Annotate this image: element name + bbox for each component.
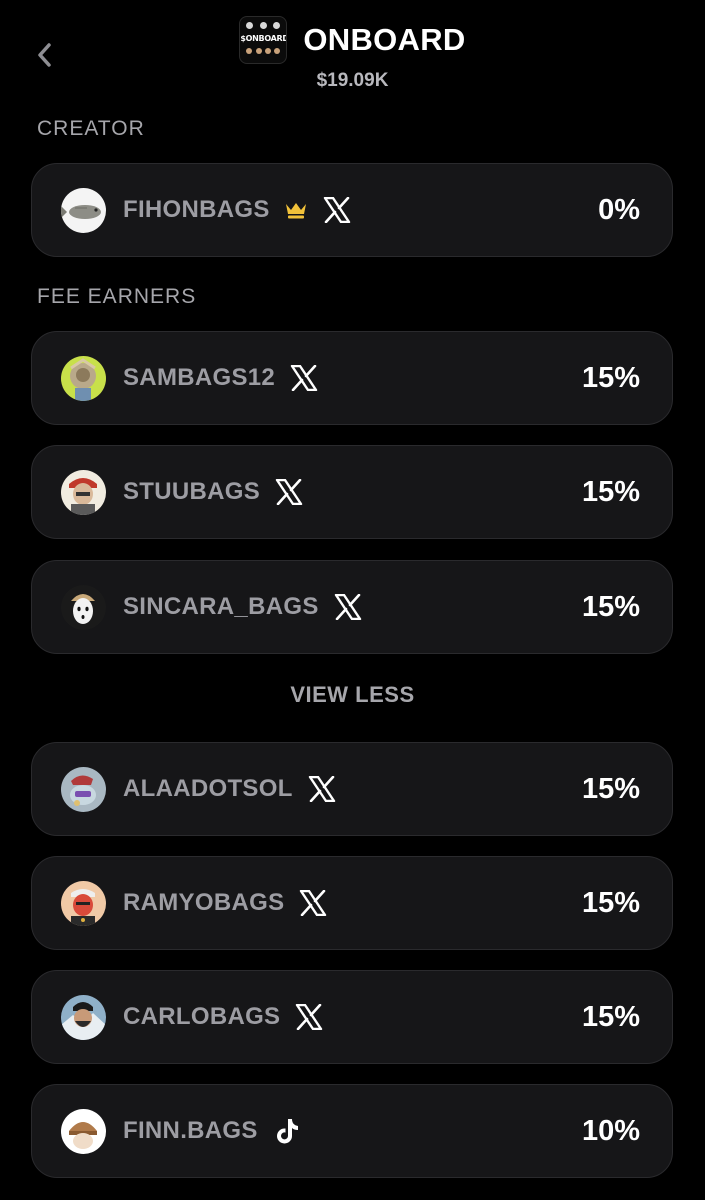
fee-earner-percent: 15% xyxy=(581,475,640,508)
creator-card[interactable]: FIHONBAGS 0% xyxy=(31,163,673,257)
fee-earner-card[interactable]: CARLOBAGS 15% xyxy=(31,970,673,1064)
fee-earner-card[interactable]: FINN.BAGS 10% xyxy=(31,1084,673,1178)
x-icon[interactable] xyxy=(274,477,304,507)
fee-earner-name-row: RAMYOBAGS xyxy=(123,857,328,949)
token-name: ONBOARD xyxy=(303,22,466,57)
fee-earner-percent: 15% xyxy=(581,590,640,623)
fee-earner-name-row: FINN.BAGS xyxy=(123,1085,302,1177)
avatar xyxy=(61,767,106,812)
fee-earner-name-row: CARLOBAGS xyxy=(123,971,324,1063)
view-less-button[interactable]: VIEW LESS xyxy=(0,682,705,708)
token-logo-text: $ONBOARD xyxy=(240,34,288,43)
crown-icon xyxy=(284,198,308,222)
fee-earners-section-label: FEE EARNERS xyxy=(37,285,197,308)
avatar xyxy=(61,995,106,1040)
token-logo: $ONBOARD xyxy=(239,16,288,64)
fee-earner-percent: 15% xyxy=(581,772,640,805)
fee-earner-card[interactable]: SINCARA_BAGS 15% xyxy=(31,560,673,654)
fee-earner-card[interactable]: STUUBAGS 15% xyxy=(31,445,673,539)
fee-earner-name-row: ALAADOTSOL xyxy=(123,743,337,835)
fee-earner-name: SAMBAGS12 xyxy=(123,364,276,391)
fee-earner-percent: 15% xyxy=(581,361,640,394)
x-icon[interactable] xyxy=(294,1002,324,1032)
fee-earner-name-row: SAMBAGS12 xyxy=(123,332,319,424)
creator-name-row: FIHONBAGS xyxy=(123,164,352,256)
avatar xyxy=(61,188,106,233)
fee-earner-card[interactable]: ALAADOTSOL 15% xyxy=(31,742,673,836)
x-icon[interactable] xyxy=(333,592,363,622)
fee-earner-name-row: STUUBAGS xyxy=(123,446,304,538)
fee-earner-name: ALAADOTSOL xyxy=(123,775,293,802)
fee-earner-name: CARLOBAGS xyxy=(123,1003,281,1030)
tiktok-icon[interactable] xyxy=(272,1116,302,1146)
fee-earner-name: FINN.BAGS xyxy=(123,1117,258,1144)
fee-earner-name-row: SINCARA_BAGS xyxy=(123,561,363,653)
title-row: $ONBOARD ONBOARD xyxy=(0,16,705,64)
creator-name: FIHONBAGS xyxy=(123,196,270,223)
avatar xyxy=(61,585,106,630)
fee-earner-percent: 15% xyxy=(581,1000,640,1033)
x-icon[interactable] xyxy=(322,195,352,225)
fee-earner-percent: 10% xyxy=(581,1114,640,1147)
avatar xyxy=(61,356,106,401)
avatar xyxy=(61,881,106,926)
fee-earner-card[interactable]: SAMBAGS12 15% xyxy=(31,331,673,425)
x-icon[interactable] xyxy=(298,888,328,918)
x-icon[interactable] xyxy=(289,363,319,393)
token-value: $19.09K xyxy=(316,70,389,91)
fee-earner-name: STUUBAGS xyxy=(123,478,261,505)
x-icon[interactable] xyxy=(307,774,337,804)
header: $ONBOARD ONBOARD $19.09K xyxy=(0,0,705,110)
creator-section-label: CREATOR xyxy=(37,117,145,140)
fee-earner-percent: 15% xyxy=(581,886,640,919)
fee-earner-name: SINCARA_BAGS xyxy=(123,593,319,620)
fee-earner-card[interactable]: RAMYOBAGS 15% xyxy=(31,856,673,950)
creator-percent: 0% xyxy=(598,193,640,226)
fee-earner-name: RAMYOBAGS xyxy=(123,889,285,916)
avatar xyxy=(61,470,106,515)
avatar xyxy=(61,1109,106,1154)
